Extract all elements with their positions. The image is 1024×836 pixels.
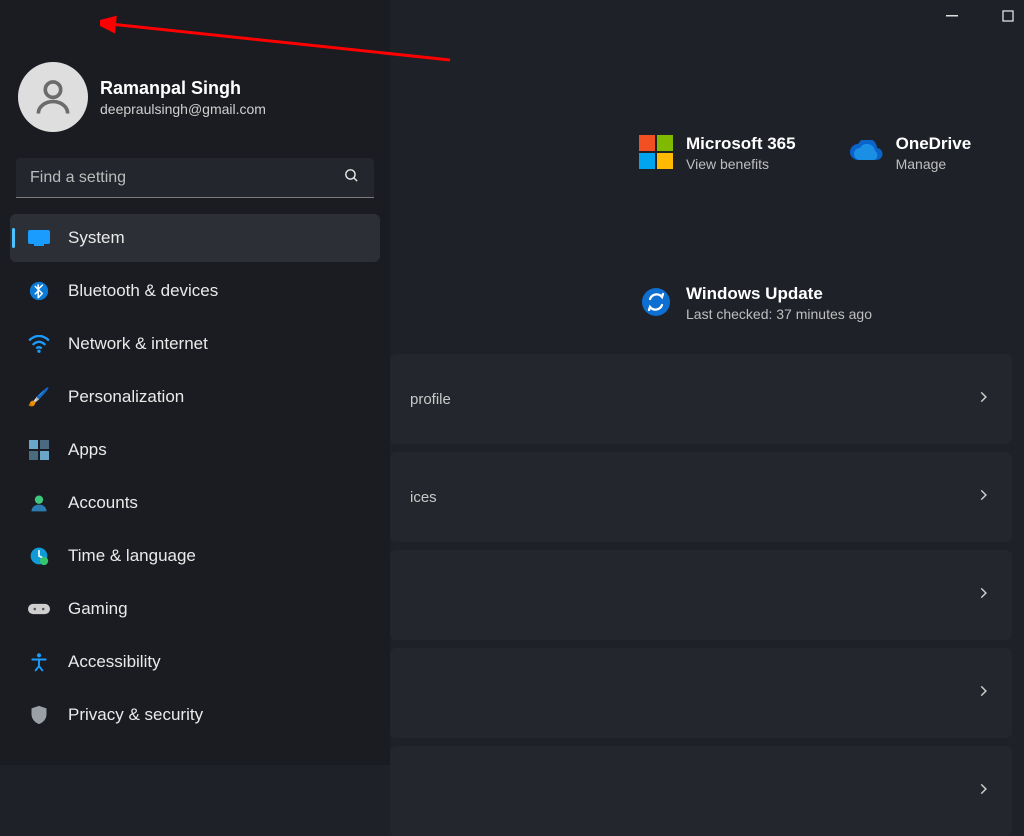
tile-subtitle: Last checked: 37 minutes ago	[686, 306, 872, 322]
accounts-icon	[28, 492, 50, 514]
nav-label: Network & internet	[68, 334, 208, 354]
account-email: deepraulsingh@gmail.com	[100, 101, 266, 117]
settings-card[interactable]: ices	[390, 452, 1012, 542]
account-name: Ramanpal Singh	[100, 78, 266, 99]
chevron-right-icon	[976, 488, 990, 506]
tile-microsoft365[interactable]: Microsoft 365 View benefits	[638, 134, 796, 172]
settings-card[interactable]	[390, 746, 1012, 836]
sync-icon	[638, 284, 674, 320]
apps-icon	[28, 439, 50, 461]
nav-pane: Ramanpal Singh deepraulsingh@gmail.com S…	[0, 0, 390, 765]
bluetooth-icon	[28, 280, 50, 302]
tile-subtitle: View benefits	[686, 156, 796, 172]
tile-title: Windows Update	[686, 284, 872, 304]
tile-title: OneDrive	[896, 134, 972, 154]
nav-label: Apps	[68, 440, 107, 460]
paintbrush-icon: 🖌️	[28, 386, 50, 408]
nav-label: Bluetooth & devices	[68, 281, 218, 301]
microsoft-logo-icon	[638, 134, 674, 170]
chevron-right-icon	[976, 390, 990, 408]
nav-label: System	[68, 228, 125, 248]
maximize-button[interactable]	[998, 6, 1018, 26]
system-icon	[28, 227, 50, 249]
settings-card[interactable]	[390, 550, 1012, 640]
search-icon[interactable]	[343, 167, 360, 189]
shield-icon	[28, 704, 50, 726]
nav-item-personalization[interactable]: 🖌️ Personalization	[10, 373, 380, 421]
chevron-right-icon	[976, 782, 990, 800]
account-profile[interactable]: Ramanpal Singh deepraulsingh@gmail.com	[0, 48, 390, 146]
card-fragment-text: profile	[410, 391, 451, 408]
chevron-right-icon	[976, 684, 990, 702]
tile-windows-update[interactable]: Windows Update Last checked: 37 minutes …	[638, 284, 872, 322]
settings-card[interactable]	[390, 648, 1012, 738]
nav-item-system[interactable]: System	[10, 214, 380, 262]
nav-item-apps[interactable]: Apps	[10, 426, 380, 474]
minimize-button[interactable]	[942, 6, 962, 26]
nav-label: Time & language	[68, 546, 196, 566]
nav-item-accessibility[interactable]: Accessibility	[10, 638, 380, 686]
header-tiles-row2: Windows Update Last checked: 37 minutes …	[390, 198, 1012, 322]
search-input[interactable]	[16, 158, 374, 198]
nav-label: Accounts	[68, 493, 138, 513]
nav-item-network-internet[interactable]: Network & internet	[10, 320, 380, 368]
nav-label: Personalization	[68, 387, 184, 407]
nav-item-accounts[interactable]: Accounts	[10, 479, 380, 527]
cloud-icon	[848, 134, 884, 170]
avatar	[18, 62, 88, 132]
search-container	[16, 158, 374, 198]
nav-label: Gaming	[68, 599, 128, 619]
tile-onedrive[interactable]: OneDrive Manage	[848, 134, 972, 172]
header-tiles-row1: Microsoft 365 View benefits OneDrive Man…	[390, 48, 1012, 172]
clock-globe-icon	[28, 545, 50, 567]
nav-item-time-language[interactable]: Time & language	[10, 532, 380, 580]
nav-label: Accessibility	[68, 652, 161, 672]
accessibility-icon	[28, 651, 50, 673]
card-fragment-text: ices	[410, 489, 437, 506]
chevron-right-icon	[976, 586, 990, 604]
tile-subtitle: Manage	[896, 156, 972, 172]
nav-item-privacy-security[interactable]: Privacy & security	[10, 691, 380, 739]
settings-cards: profile ices	[390, 354, 1012, 836]
settings-card[interactable]: profile	[390, 354, 1012, 444]
nav-list: System Bluetooth & devices Network & int…	[0, 210, 390, 748]
nav-item-gaming[interactable]: Gaming	[10, 585, 380, 633]
nav-label: Privacy & security	[68, 705, 203, 725]
person-icon	[31, 75, 75, 119]
gamepad-icon	[28, 598, 50, 620]
wifi-icon	[28, 333, 50, 355]
tile-title: Microsoft 365	[686, 134, 796, 154]
nav-item-bluetooth-devices[interactable]: Bluetooth & devices	[10, 267, 380, 315]
